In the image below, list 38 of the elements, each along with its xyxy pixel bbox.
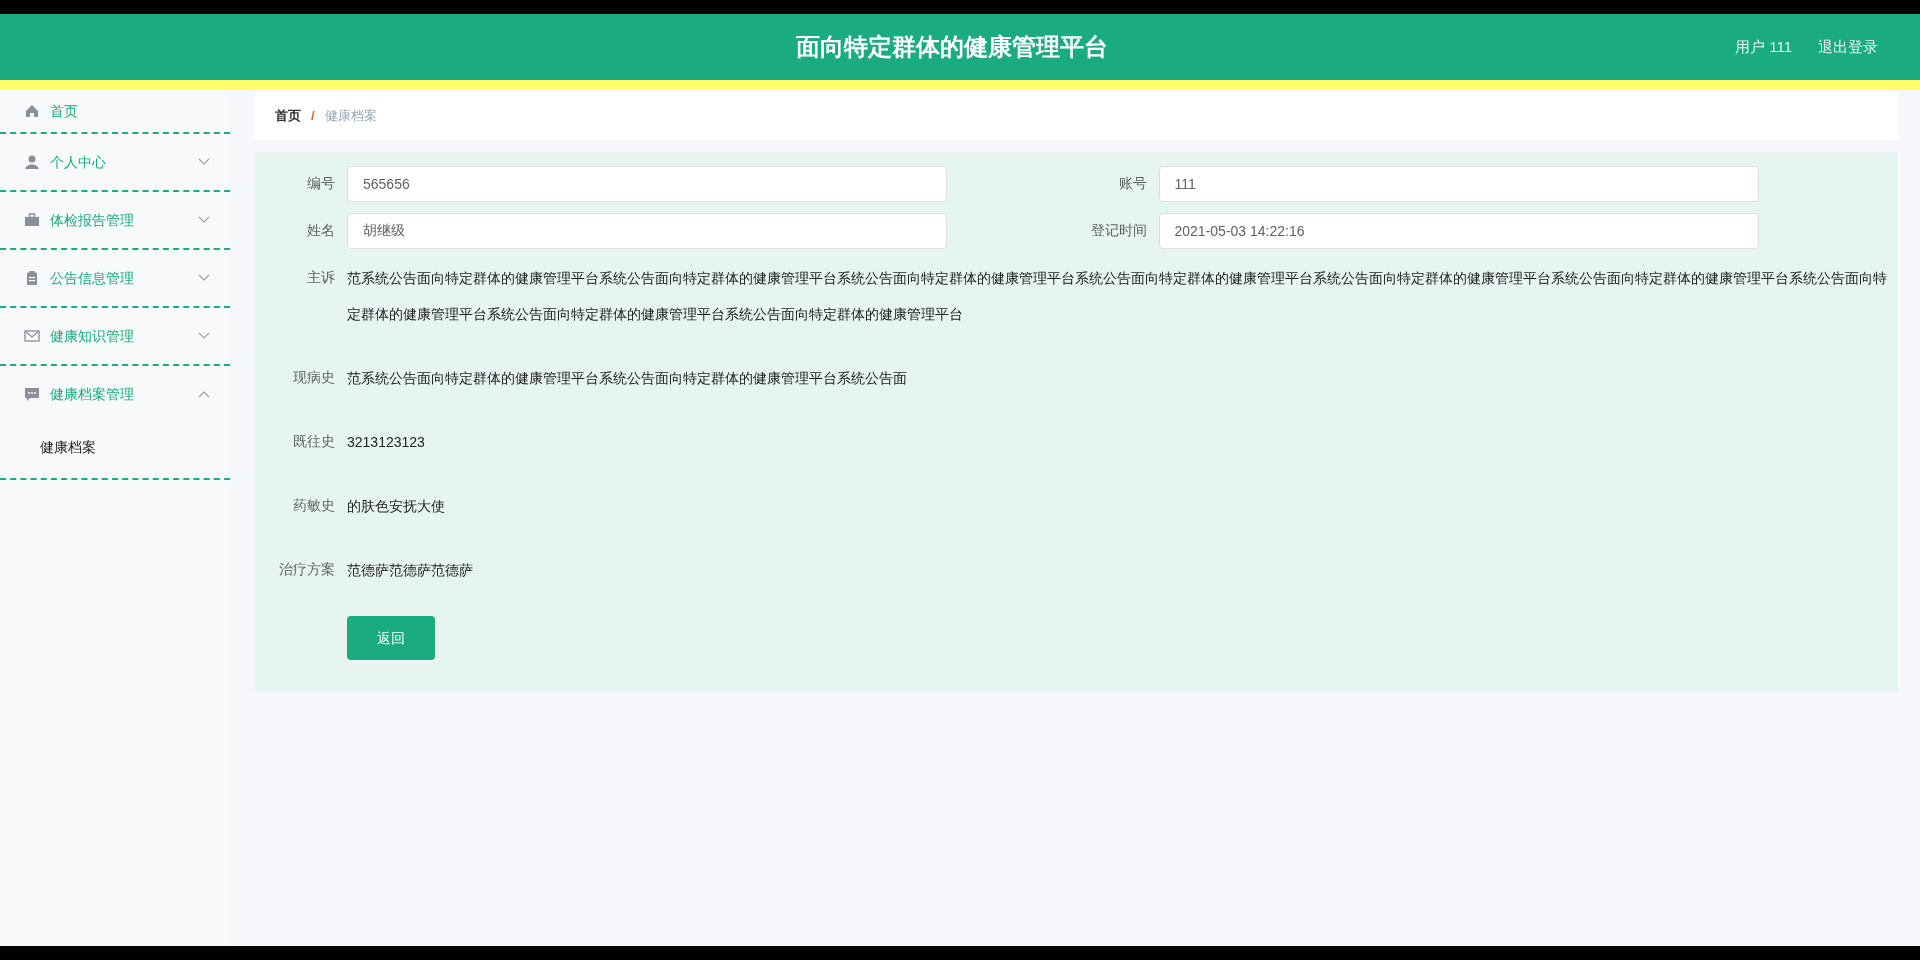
back-button[interactable]: 返回	[347, 616, 435, 660]
logout-link[interactable]: 退出登录	[1818, 35, 1878, 59]
text-input[interactable]: 胡继级	[347, 212, 947, 249]
menu-item[interactable]: 公告信息管理	[0, 250, 230, 306]
breadcrumb-separator: /	[311, 107, 315, 126]
breadcrumb-current: 健康档案	[324, 107, 377, 126]
menu-item[interactable]: 体检报告管理	[0, 192, 230, 248]
field-value: 3213123123	[347, 433, 426, 452]
breadcrumb-link[interactable]: 首页	[275, 106, 301, 126]
clipboard-icon	[24, 270, 40, 286]
menu-item[interactable]: 个人中心	[0, 134, 230, 190]
menu-item[interactable]: 首页	[0, 90, 230, 132]
field-label: 账号	[1117, 174, 1148, 193]
submenu-item[interactable]: 健康档案	[0, 422, 230, 472]
chat-bubble-icon	[24, 386, 40, 402]
field-value: 范系统公告面向特定群体的健康管理平台系统公告面向特定群体的健康管理平台系统公告面	[347, 369, 908, 388]
field-label: 姓名	[306, 221, 336, 240]
field-label: 编号	[306, 174, 336, 193]
field-label: 药敏史	[292, 496, 336, 515]
field-label: 主诉	[306, 268, 336, 287]
person-icon	[24, 154, 40, 170]
user-label: 用户 111	[1735, 36, 1792, 57]
app-title: 面向特定群体的健康管理平台	[796, 32, 1108, 62]
text-input[interactable]: 565656	[347, 165, 947, 202]
field-label: 现病史	[292, 368, 336, 387]
text-input[interactable]: 2021-05-03 14:22:16	[1158, 212, 1759, 249]
text-input[interactable]: 111	[1158, 165, 1759, 202]
envelope-icon	[24, 328, 40, 344]
home-icon	[24, 103, 40, 119]
field-value: 范德萨范德萨范德萨	[347, 561, 474, 580]
field-value: 范系统公告面向特定群体的健康管理平台系统公告面向特定群体的健康管理平台系统公告面向特定群体的健康管理平台系统公告面向特定群体的健康管理平台系统公告面向特定群体的健康管理平台系统公告面向特定群体的健康管理平台系统公告面向特定群体的健康管理平台系统公告面向特定群体的健康管理平台系统公告面向特定群体的健康管理平台	[347, 269, 1888, 324]
menu-item[interactable]: 健康知识管理	[0, 308, 230, 364]
briefcase-icon	[24, 212, 40, 228]
field-label: 登记时间	[1089, 221, 1148, 240]
menu-item[interactable]: 健康档案管理	[0, 366, 230, 422]
field-value: 的肤色安抚大使	[347, 497, 446, 516]
field-label: 治疗方案	[278, 560, 336, 579]
field-label: 既往史	[292, 432, 336, 451]
